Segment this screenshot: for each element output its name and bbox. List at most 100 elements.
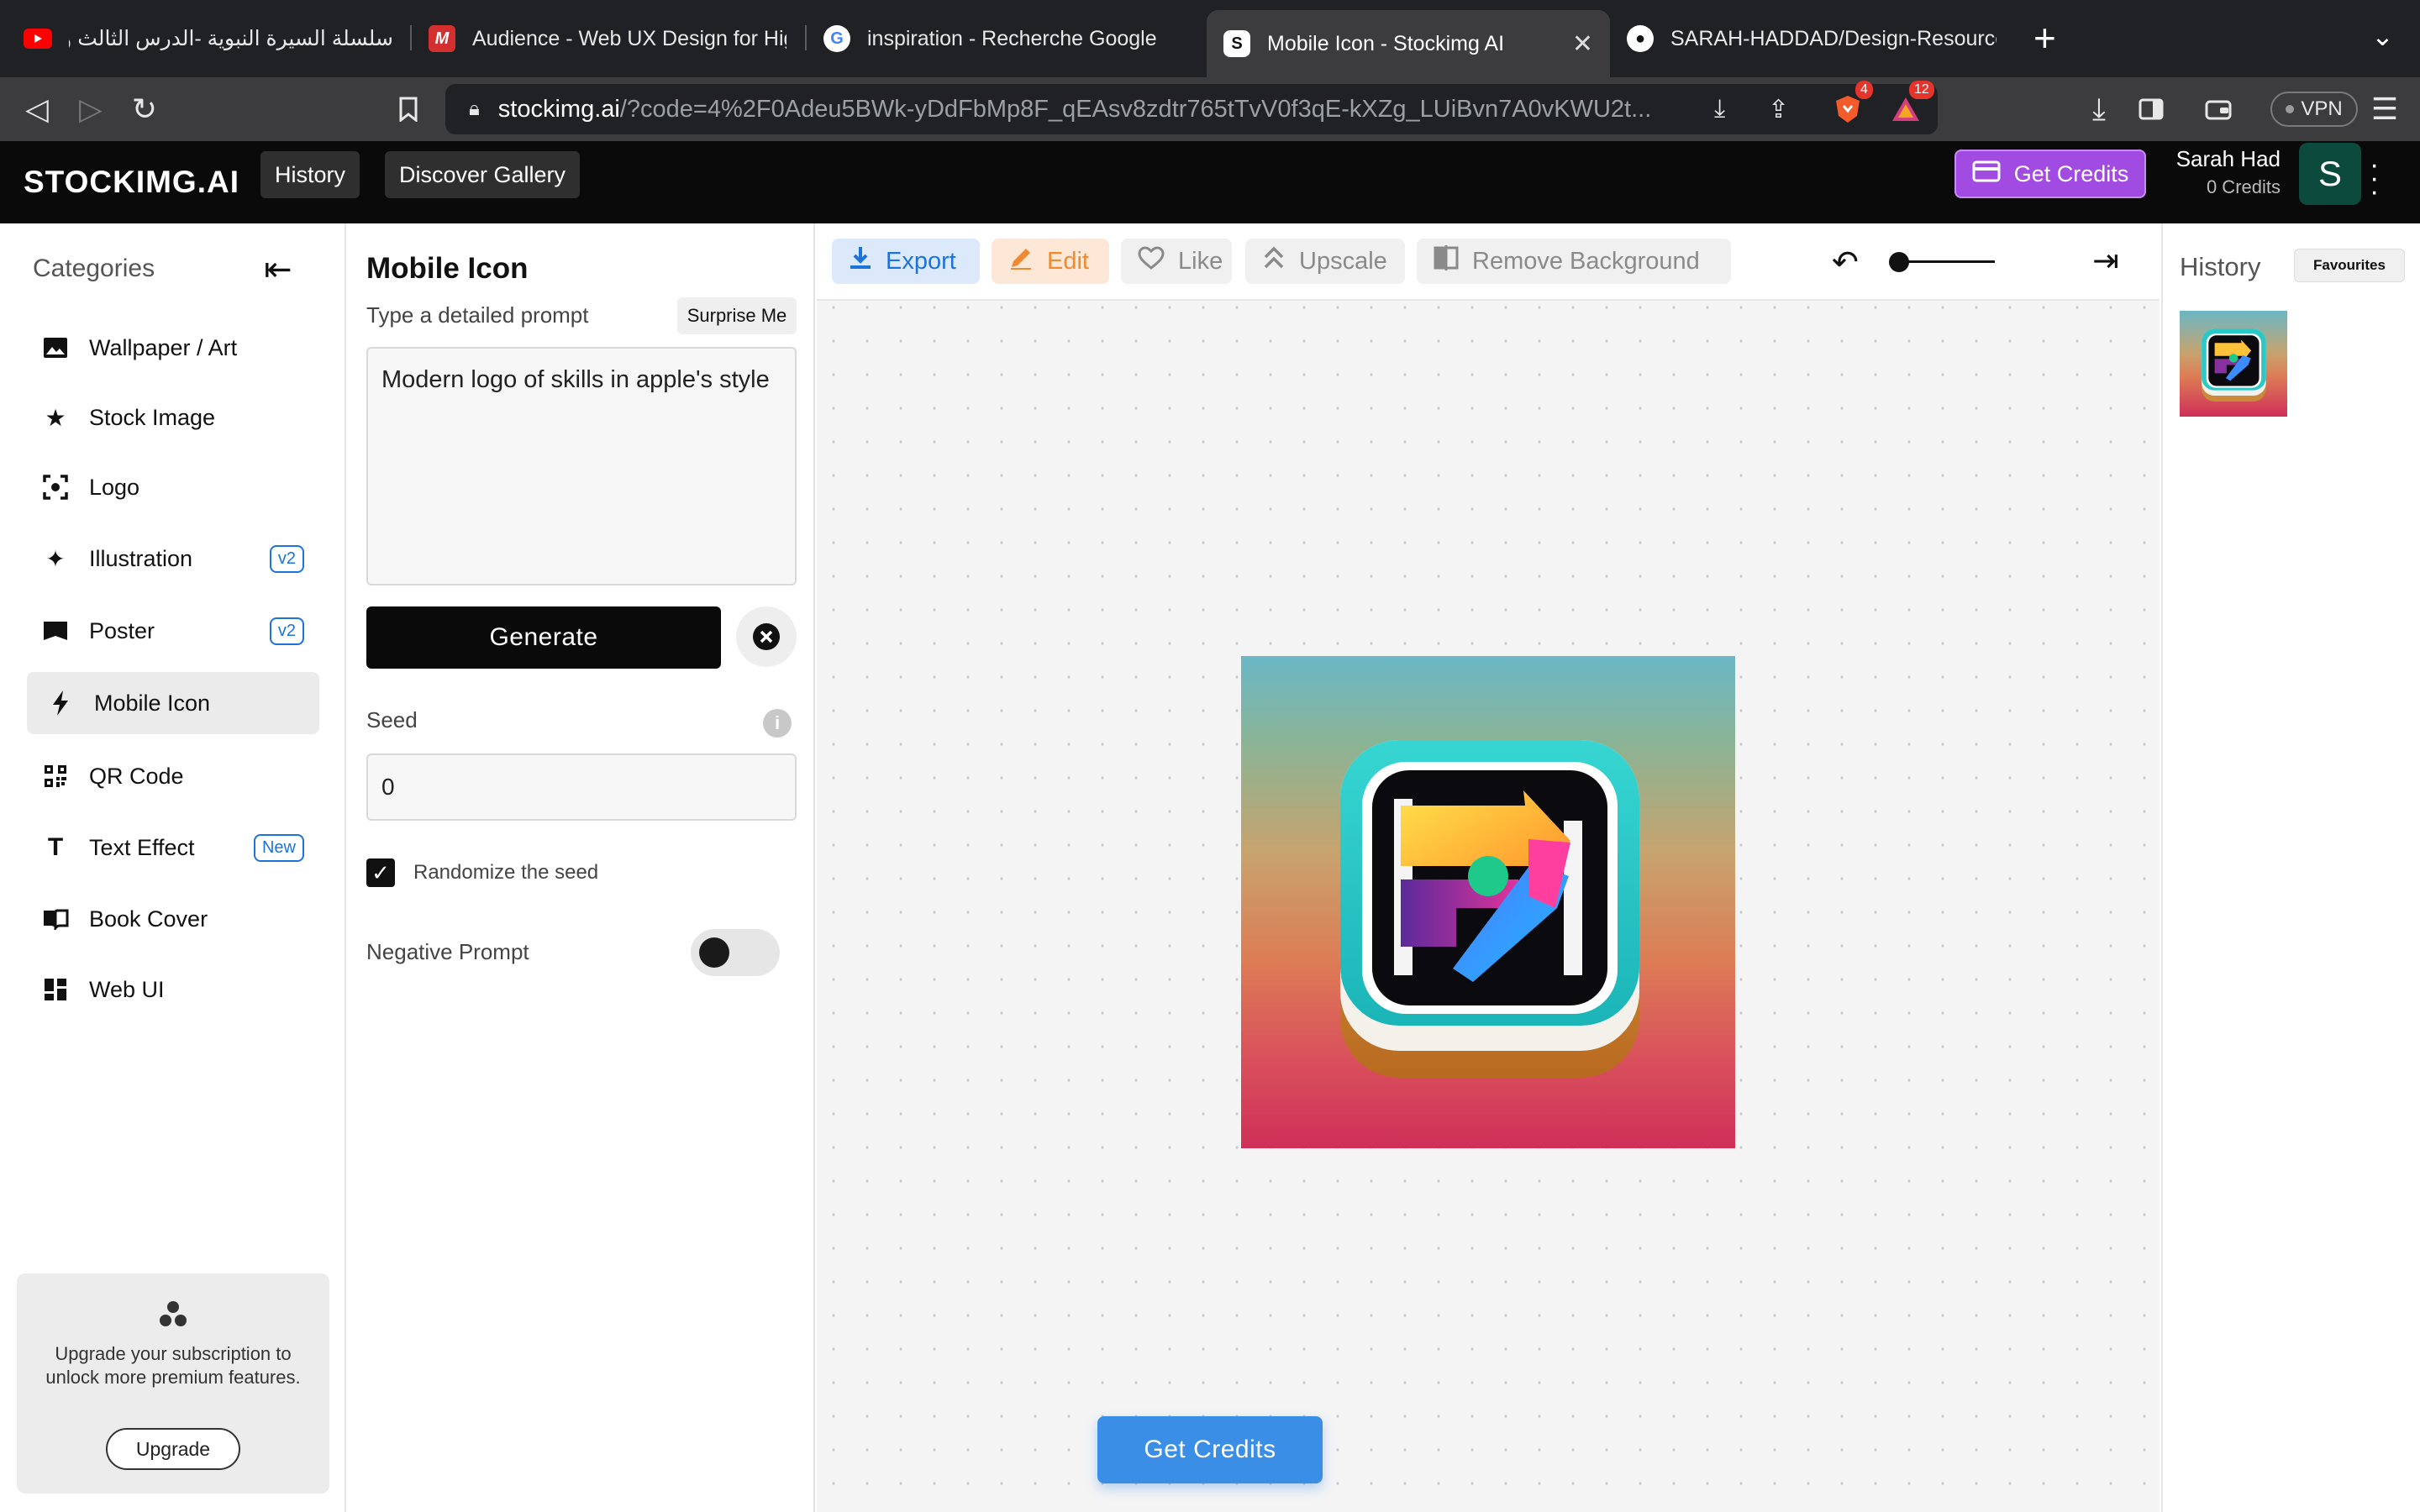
downloads-icon[interactable]: ⤓ [2074,77,2124,141]
get-credits-button[interactable]: Get Credits [1097,1416,1323,1483]
url-domain: stockimg.ai [497,95,620,123]
qr-icon [42,763,69,790]
info-icon[interactable]: i [763,709,792,738]
more-options-icon[interactable]: · · · [2370,150,2379,206]
zoom-slider-track[interactable] [1897,260,1995,263]
collapse-sidebar-icon[interactable]: ⇤ [264,250,292,289]
browser-tab-google[interactable]: G inspiration - Recherche Google [807,10,1193,67]
upscale-button[interactable]: Upscale [1245,239,1405,284]
user-name: Sarah Had [2175,146,2281,171]
browser-tab-youtube[interactable]: سلسلة السيرة النبوية -الدرس الثالث والعش [7,10,410,67]
get-credits-label: Get Credits [2013,160,2129,186]
edit-button[interactable]: Edit [992,239,1109,284]
vpn-label: VPN [2301,97,2343,120]
zoom-slider-handle[interactable] [1889,252,1909,272]
category-stock-image[interactable]: ★ Stock Image [27,386,319,449]
category-logo[interactable]: Logo [27,456,319,518]
export-button[interactable]: Export [832,239,980,284]
undo-icon[interactable]: ↶ [1832,244,1859,281]
seed-input[interactable]: 0 [366,753,797,821]
surprise-me-button[interactable]: Surprise Me [677,297,797,334]
tab-list-chevron-icon[interactable]: ⌄ [2371,20,2394,52]
browser-menu-icon[interactable]: ☰ [2360,77,2410,141]
history-nav-button[interactable]: History [260,151,360,198]
user-credits: 0 Credits [2206,176,2281,197]
reload-icon[interactable]: ↻ [119,77,170,141]
sidebar-toggle-icon[interactable] [2126,77,2176,141]
wallet-icon[interactable] [2193,77,2244,141]
share-icon[interactable]: ⇪ [1768,84,1789,134]
category-label: Text Effect [89,834,195,860]
generated-image[interactable] [1241,656,1735,1148]
tab-title: SARAH-HADDAD/Design-Resources [1670,26,1996,50]
download-icon [849,245,872,277]
credit-card-icon [1972,160,2001,188]
bookmark-icon[interactable] [383,77,434,141]
avatar[interactable]: S [2299,143,2361,205]
category-label: Illustration [89,545,193,571]
upgrade-text: Upgrade your subscription to unlock more… [45,1343,301,1388]
category-text-effect[interactable]: T Text Effect New [27,816,319,879]
heart-icon [1138,246,1165,276]
url-path: /?code=4%2F0Adeu5BWk-yDdFbMp8F_qEAsv8zdt… [619,95,1652,123]
category-mobile-icon[interactable]: Mobile Icon [27,672,319,734]
like-button[interactable]: Like [1121,239,1232,284]
category-label: Web UI [89,976,165,1002]
remove-background-button[interactable]: Remove Background [1417,239,1731,284]
randomize-seed-checkbox[interactable]: ✓ [366,858,395,887]
category-label: Poster [89,617,155,643]
history-thumbnail-artwork [2202,328,2266,402]
category-poster[interactable]: Poster v2 [27,600,319,662]
dashboard-icon [42,976,69,1003]
app-logo[interactable]: STOCKIMG.AI [24,141,239,223]
category-book-cover[interactable]: Book Cover [27,888,319,950]
upgrade-button[interactable]: Upgrade [106,1428,240,1470]
expand-panel-icon[interactable]: ⇥ [2092,242,2119,280]
forward-icon[interactable]: ▷ [66,77,116,141]
category-wallpaper-art[interactable]: Wallpaper / Art [27,317,319,379]
pencil-icon [1008,245,1034,277]
image-icon [42,334,69,361]
category-label: Mobile Icon [94,690,211,716]
new-tab-plus-icon[interactable]: + [2033,15,2056,60]
star-icon: ★ [45,404,66,431]
install-app-icon[interactable]: ⤓ [1714,84,1725,134]
vpn-button[interactable]: VPN [2270,92,2358,127]
tab-title: inspiration - Recherche Google [867,26,1157,50]
category-qr-code[interactable]: QR Code [27,745,319,807]
favourites-button[interactable]: Favourites [2294,249,2405,282]
google-icon: G [823,25,850,52]
lock-icon: 🔒︎ [469,97,480,120]
close-circle-icon [753,623,780,650]
export-label: Export [886,247,956,275]
back-icon[interactable]: ◁ [12,77,62,141]
tab-title: Audience - Web UX Design for High [472,26,786,50]
close-tab-icon[interactable]: ✕ [1572,29,1593,59]
edit-label: Edit [1047,247,1089,275]
remove-bg-icon [1434,244,1459,278]
category-illustration[interactable]: ✦ Illustration v2 [27,528,319,590]
browser-tab-stockimg[interactable]: S Mobile Icon - Stockimg AI ✕ [1207,10,1610,77]
book-icon [42,906,69,932]
prompt-textarea[interactable]: Modern logo of skills in apple's style [366,347,797,585]
double-chevron-up-icon [1262,245,1286,277]
category-web-ui[interactable]: Web UI [27,958,319,1021]
discover-gallery-button[interactable]: Discover Gallery [385,151,581,198]
clear-prompt-button[interactable] [736,606,797,667]
seed-label: Seed [366,707,418,732]
version-badge: v2 [269,544,304,573]
history-thumbnail[interactable] [2180,311,2287,417]
generated-app-icon-artwork [1340,740,1639,1078]
bolt-icon [47,690,74,717]
browser-tab-github[interactable]: ● SARAH-HADDAD/Design-Resources [1610,10,2013,67]
history-title: History [2180,252,2261,281]
category-label: Wallpaper / Art [89,334,238,360]
generate-button[interactable]: Generate [366,606,721,669]
youtube-icon [24,29,52,49]
brave-count-badge: 4 [1855,81,1873,99]
browser-tab-audience[interactable]: M Audience - Web UX Design for High [412,10,803,67]
get-credits-header-button[interactable]: Get Credits [1954,150,2146,198]
prompt-instructions: Type a detailed prompt [366,302,589,328]
version-badge: v2 [269,617,304,645]
negative-prompt-toggle[interactable] [691,929,780,976]
